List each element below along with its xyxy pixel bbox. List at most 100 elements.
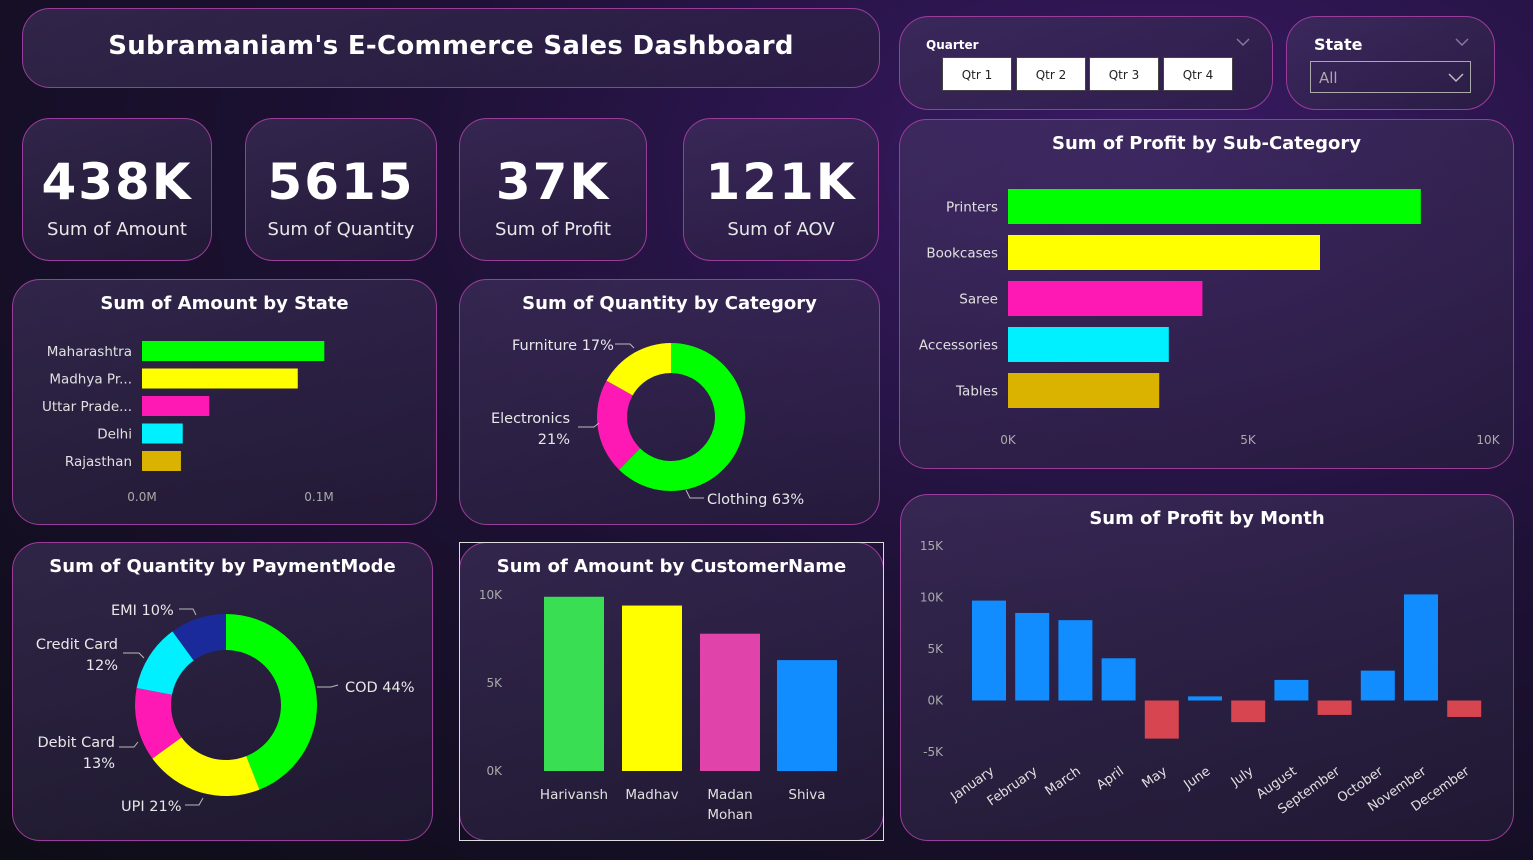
- category-label-maharashtra: Maharashtra: [47, 344, 132, 360]
- kpi-card-quantity: 5615 Sum of Quantity: [245, 118, 437, 261]
- bar-tables: [1008, 373, 1160, 408]
- chevron-down-icon[interactable]: [1455, 37, 1469, 47]
- kpi-label: Sum of Quantity: [267, 219, 415, 240]
- kpi-label: Sum of Amount: [47, 219, 187, 240]
- title-card: Subramaniam's E-Commerce Sales Dashboard: [22, 8, 880, 88]
- category-label-tables: Tables: [955, 384, 998, 400]
- bar-delhi: [142, 423, 183, 444]
- chart-card-quantity-by-paymentmode: Sum of Quantity by PaymentMode EMI 10% Cr…: [12, 542, 433, 841]
- amount-by-state-chart: Maharashtra Madhya Pr... Uttar Prade... Del…: [42, 341, 334, 504]
- kpi-value: 5615: [267, 153, 415, 211]
- y-tick-label: 0K: [486, 764, 503, 778]
- bar-madhav: [622, 605, 682, 771]
- kpi-label: Sum of Profit: [494, 219, 612, 240]
- chart-card-profit-by-month: Sum of Profit by Month -5K 0K 5K 10K 15K Janu…: [900, 494, 1514, 841]
- x-tick-label-march: March: [1043, 764, 1084, 799]
- data-label-electronics: Electronics: [491, 411, 570, 427]
- category-label-bookcases: Bookcases: [926, 246, 998, 262]
- quarter-slicer-label: Quarter: [926, 38, 979, 52]
- chart-card-quantity-by-category: Sum of Quantity by Category Furniture 17…: [459, 279, 880, 525]
- quantity-by-category-chart: Furniture 17% Electronics 21% Clothing 63%: [491, 338, 804, 508]
- bar-harivansh: [544, 596, 604, 771]
- data-label-credit-card: Credit Card: [36, 637, 118, 653]
- quarter-button-q2[interactable]: Qtr 2: [1016, 57, 1086, 91]
- chart-card-profit-by-subcategory: Sum of Profit by Sub-Category Printers Bo…: [899, 119, 1514, 469]
- leader-line-cod: [317, 684, 339, 688]
- x-tick-label-madan-mohan: Madan: [707, 787, 752, 803]
- bar-november: [1404, 594, 1438, 701]
- y-tick-label: 10K: [920, 591, 944, 605]
- y-tick-label: 0K: [927, 694, 944, 708]
- leader-line-upi: [185, 797, 204, 806]
- bar-january: [972, 600, 1006, 701]
- data-label-upi: UPI 21%: [121, 799, 181, 815]
- data-label-credit-card-pct: 12%: [86, 658, 118, 674]
- leader-line-clothing: [685, 489, 704, 499]
- bar-october: [1360, 670, 1395, 701]
- category-label-delhi: Delhi: [97, 427, 132, 443]
- kpi-value: 438K: [41, 153, 193, 211]
- state-dropdown[interactable]: All: [1310, 61, 1471, 93]
- x-tick-label: 0.0M: [127, 490, 156, 504]
- data-label-electronics-pct: 21%: [538, 432, 570, 448]
- quarter-button-q4[interactable]: Qtr 4: [1163, 57, 1233, 91]
- x-tick-label-harivansh: Harivansh: [540, 787, 608, 803]
- kpi-label: Sum of AOV: [727, 219, 835, 240]
- bar-accessories: [1008, 327, 1169, 362]
- bar-march: [1058, 620, 1093, 701]
- category-label-accessories: Accessories: [919, 338, 998, 354]
- leader-line-electronics: [578, 422, 600, 428]
- x-tick-label-shiva: Shiva: [788, 787, 825, 803]
- bar-madan-mohan: [700, 633, 760, 771]
- y-tick-label: 5K: [486, 676, 503, 690]
- data-label-debit-card: Debit Card: [37, 735, 115, 751]
- kpi-card-profit: 37K Sum of Profit: [459, 118, 647, 261]
- bar-september: [1317, 700, 1352, 715]
- y-tick-label: 15K: [920, 539, 944, 553]
- category-label-madhya-pr: Madhya Pr...: [49, 372, 132, 388]
- category-label-uttar-prade: Uttar Prade...: [42, 399, 132, 415]
- bar-bookcases: [1008, 235, 1320, 270]
- x-tick-label-may: May: [1139, 764, 1170, 792]
- data-label-emi: EMI 10%: [111, 603, 174, 619]
- bar-june: [1188, 696, 1222, 701]
- x-tick-label-july: July: [1228, 764, 1257, 790]
- page-title: Subramaniam's E-Commerce Sales Dashboard: [108, 31, 794, 61]
- bar-madhya-pr: [142, 368, 298, 389]
- y-tick-label: -5K: [923, 745, 944, 759]
- data-label-furniture: Furniture 17%: [512, 338, 614, 354]
- chevron-down-icon: [1448, 73, 1464, 83]
- kpi-card-aov: 121K Sum of AOV: [683, 118, 879, 261]
- y-tick-label: 10K: [479, 588, 503, 602]
- x-tick-label-madan-mohan: Mohan: [707, 807, 752, 823]
- quantity-by-paymentmode-chart: EMI 10% Credit Card 12% Debit Card 13% UPI 21…: [36, 603, 415, 815]
- kpi-card-amount: 438K Sum of Amount: [22, 118, 212, 261]
- chevron-down-icon[interactable]: [1236, 37, 1250, 47]
- x-tick-label-june: June: [1181, 764, 1214, 793]
- bar-april: [1101, 658, 1136, 701]
- state-dropdown-value: All: [1319, 69, 1338, 87]
- x-tick-label: 0K: [1000, 433, 1017, 447]
- quarter-button-q3[interactable]: Qtr 3: [1089, 57, 1159, 91]
- kpi-value: 37K: [495, 153, 611, 211]
- bar-december: [1447, 700, 1482, 717]
- chart-card-amount-by-customer[interactable]: Sum of Amount by CustomerName 0K 5K 10K Har…: [459, 542, 884, 841]
- bar-february: [1015, 612, 1050, 701]
- leader-line-emi: [179, 608, 197, 616]
- quarter-button-q1[interactable]: Qtr 1: [942, 57, 1012, 91]
- bar-july: [1231, 700, 1266, 723]
- data-label-debit-card-pct: 13%: [83, 756, 115, 772]
- leader-line-credit-card: [123, 652, 145, 659]
- bar-august: [1274, 679, 1309, 701]
- data-label-cod: COD 44%: [345, 680, 415, 696]
- bar-saree: [1008, 281, 1203, 316]
- x-tick-label-madhav: Madhav: [625, 787, 678, 803]
- amount-by-customer-chart: 0K 5K 10K Harivansh Madhav Madan Mohan Shiva: [479, 588, 837, 823]
- leader-line-furniture: [615, 343, 635, 349]
- category-label-saree: Saree: [959, 292, 998, 308]
- kpi-value: 121K: [705, 153, 857, 211]
- profit-by-subcategory-chart: Printers Bookcases Saree Accessories Tables 0…: [919, 189, 1501, 447]
- leader-line-debit-card: [119, 741, 139, 748]
- bar-printers: [1008, 189, 1421, 224]
- bar-maharashtra: [142, 341, 325, 361]
